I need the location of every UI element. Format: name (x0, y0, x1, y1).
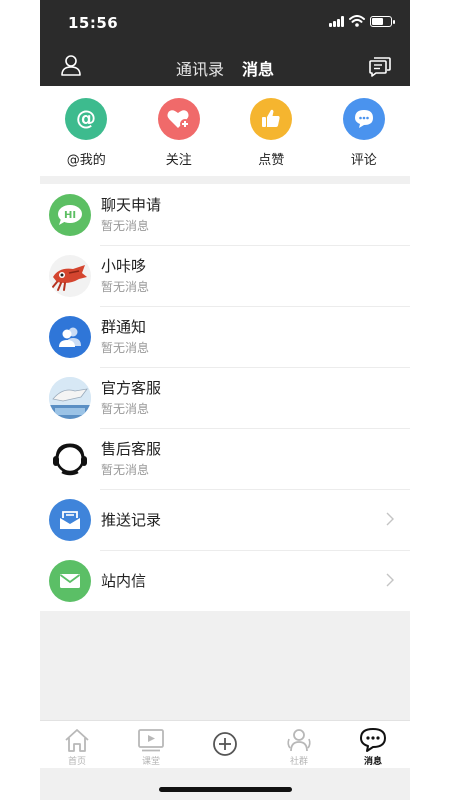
status-icons (329, 15, 395, 27)
quick-likes-label: 点赞 (258, 153, 285, 168)
plus-icon (213, 732, 237, 756)
quick-comments-label: 评论 (350, 153, 377, 168)
thumbs-up-icon (250, 98, 293, 140)
quick-actions: @ @我的 关注 点赞 评论 (40, 86, 410, 176)
mail-icon (49, 559, 91, 602)
list-item-group-notice[interactable]: 群通知 暂无消息 (40, 306, 410, 367)
quick-follow[interactable]: 关注 (133, 86, 226, 176)
list-item-aftersale-service[interactable]: 售后客服 暂无消息 (40, 428, 410, 489)
comment-icon (342, 98, 385, 140)
header-tabs: 通讯录 消息 (40, 56, 410, 90)
quick-mentions-label: @我的 (66, 153, 106, 168)
chat-bubbles-icon[interactable] (368, 54, 392, 78)
list-item-title: 推送记录 (101, 510, 162, 529)
tabbar-label: 消息 (363, 757, 382, 767)
home-icon (65, 729, 89, 752)
official-service-avatar (49, 376, 91, 419)
list-item-title: 小咔哆 (101, 257, 147, 275)
list-item-title: 群通知 (101, 318, 147, 336)
at-icon: @ (65, 98, 108, 140)
battery-icon (370, 15, 395, 27)
list-item-title: 站内信 (101, 571, 147, 590)
list-item-title: 售后客服 (101, 440, 162, 458)
list-item-subtitle: 暂无消息 (101, 402, 150, 416)
app-screen: 15:56 通讯录 消息 @ @我的 关注 点赞 评论 HI 聊天申请 暂无消息… (40, 0, 410, 800)
tabbar-messages[interactable]: 消息 (336, 721, 410, 768)
tabbar-label: 社群 (289, 757, 308, 767)
list-item-subtitle: 暂无消息 (101, 219, 150, 233)
hi-bubble-icon: HI (49, 193, 91, 236)
message-list: HI 聊天申请 暂无消息 小咔哆 暂无消息 群通知 暂无消息 官方客服 暂无消息… (40, 184, 410, 611)
tabbar-community[interactable]: 社群 (262, 721, 336, 768)
community-icon (287, 729, 311, 752)
tabbar-home[interactable]: 首页 (40, 721, 114, 768)
bottom-tab-bar: 首页 课堂 社群 消息 (40, 720, 410, 768)
list-item-title: 官方客服 (101, 379, 162, 397)
list-item-chat-request[interactable]: HI 聊天申请 暂无消息 (40, 184, 410, 245)
list-item-subtitle: 暂无消息 (101, 463, 150, 477)
message-icon (360, 728, 386, 752)
quick-likes[interactable]: 点赞 (225, 86, 318, 176)
chevron-right-icon (386, 573, 394, 587)
top-bar: 15:56 通讯录 消息 (40, 0, 410, 90)
heart-plus-icon (157, 98, 200, 140)
list-item-subtitle: 暂无消息 (101, 341, 150, 355)
list-item-site-mail[interactable]: 站内信 (40, 550, 410, 611)
tabbar-publish[interactable] (188, 721, 262, 768)
video-icon (138, 729, 164, 752)
group-icon (49, 315, 91, 358)
list-item-xiaokaduo[interactable]: 小咔哆 暂无消息 (40, 245, 410, 306)
list-item-push-records[interactable]: 推送记录 (40, 489, 410, 550)
home-indicator (159, 787, 292, 792)
tab-contacts[interactable]: 通讯录 (176, 56, 224, 86)
wifi-icon (349, 15, 365, 27)
svg-text:HI: HI (64, 210, 76, 221)
quick-comments[interactable]: 评论 (318, 86, 411, 176)
tabbar-label: 课堂 (141, 757, 160, 767)
list-item-official-service[interactable]: 官方客服 暂无消息 (40, 367, 410, 428)
quick-mentions[interactable]: @ @我的 (40, 86, 133, 176)
signal-icon (329, 15, 344, 27)
chevron-right-icon (386, 512, 394, 526)
list-item-title: 聊天申请 (101, 196, 162, 214)
tabbar-classroom[interactable]: 课堂 (114, 721, 188, 768)
tabbar-label: 首页 (67, 757, 86, 767)
squid-avatar (49, 254, 91, 297)
quick-follow-label: 关注 (165, 153, 192, 168)
inbox-icon (49, 498, 91, 541)
tab-messages[interactable]: 消息 (242, 56, 274, 90)
svg-text:@: @ (76, 107, 96, 130)
list-item-subtitle: 暂无消息 (101, 280, 150, 294)
headset-icon (49, 437, 91, 480)
status-time: 15:56 (68, 14, 119, 32)
